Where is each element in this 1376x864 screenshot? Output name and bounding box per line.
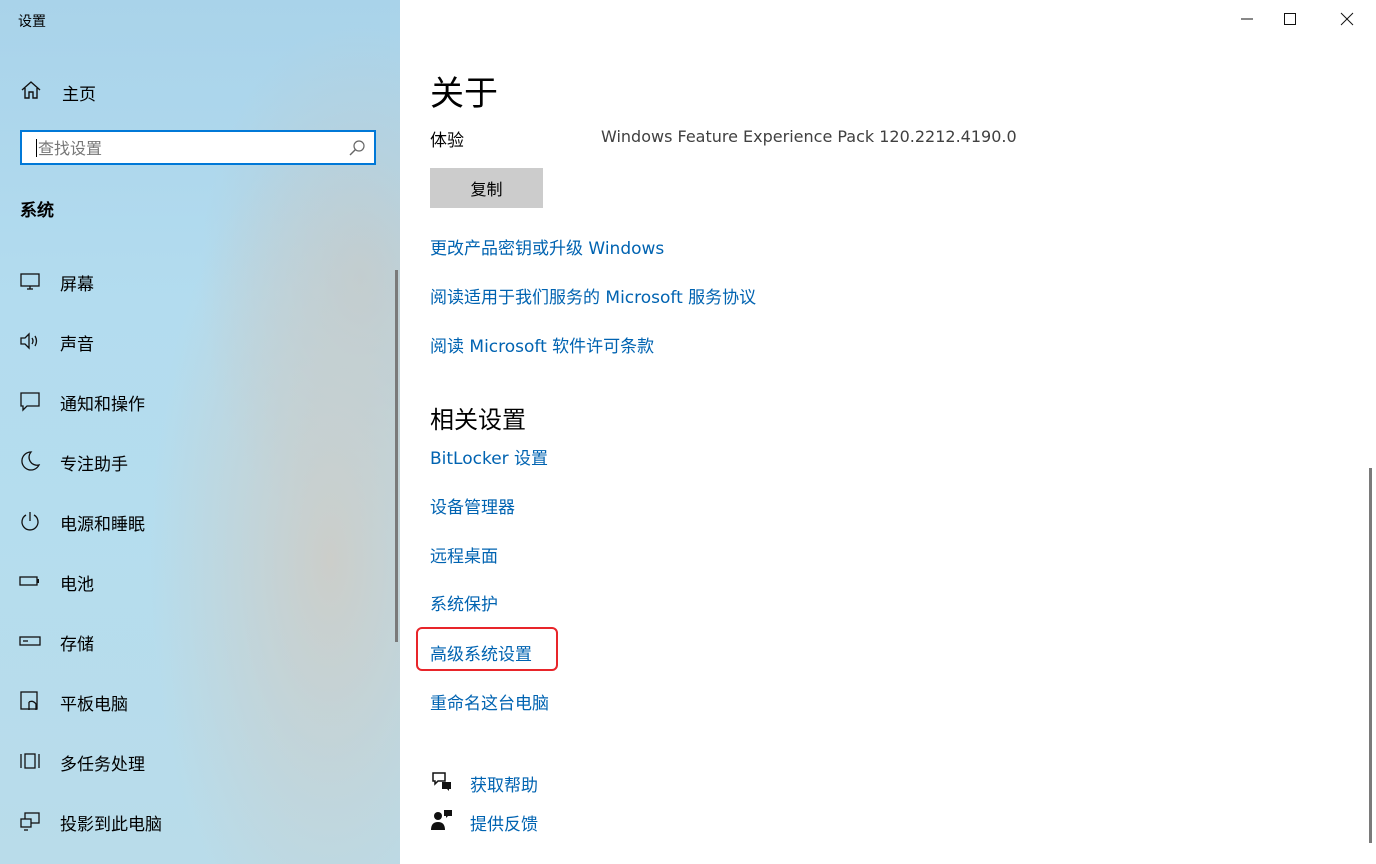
monitor-icon [19,270,41,292]
storage-icon [19,630,41,652]
copy-button[interactable]: 复制 [430,168,543,208]
search-box[interactable] [20,130,376,165]
maximize-button[interactable] [1261,0,1319,40]
license-terms-link[interactable]: 阅读 Microsoft 软件许可条款 [430,332,654,357]
content-scrollbar[interactable] [1369,468,1372,843]
experience-label: 体验 [430,131,464,151]
minimize-icon [1240,11,1254,30]
close-icon [1340,11,1354,30]
sidebar-scrollbar[interactable] [395,270,398,642]
get-help-label: 获取帮助 [470,776,538,796]
power-icon [19,510,41,532]
sidebar-item-label: 专注助手 [60,455,128,475]
feedback-icon [430,808,454,836]
sidebar-item-notifications[interactable]: 通知和操作 [0,370,392,430]
search-icon[interactable] [348,139,366,161]
sidebar-item-label: 屏幕 [60,275,94,295]
system-protection-link[interactable]: 系统保护 [430,590,498,615]
change-product-key-link[interactable]: 更改产品密钥或升级 Windows [430,234,664,259]
related-settings-title: 相关设置 [430,406,526,434]
project-icon [19,810,41,832]
sidebar-item-label: 存储 [60,635,94,655]
multitask-icon [19,750,41,772]
sidebar-item-multitasking[interactable]: 多任务处理 [0,730,392,790]
section-title: 系统 [20,201,54,221]
search-input[interactable] [36,132,340,165]
highlight-box [416,627,558,671]
page-title: 关于 [430,74,498,114]
home-icon [20,79,42,105]
experience-value: Windows Feature Experience Pack 120.2212… [601,127,1017,146]
sidebar-item-storage[interactable]: 存储 [0,610,392,670]
device-manager-link[interactable]: 设备管理器 [430,493,515,518]
sidebar-item-battery[interactable]: 电池 [0,550,392,610]
sidebar-item-label: 声音 [60,335,94,355]
sidebar-item-focus-assist[interactable]: 专注助手 [0,430,392,490]
main-content: 关于 体验 Windows Feature Experience Pack 12… [400,0,1376,864]
text-caret [36,139,37,157]
help-chat-icon [430,769,454,797]
app-title: 设置 [18,14,46,30]
rename-pc-link[interactable]: 重命名这台电脑 [430,689,549,714]
home-label: 主页 [62,84,96,105]
give-feedback-link[interactable]: 提供反馈 [430,808,538,836]
sidebar-item-label: 投影到此电脑 [60,815,162,835]
settings-window: 设置 主页 系统 屏幕 [0,0,1376,864]
services-agreement-link[interactable]: 阅读适用于我们服务的 Microsoft 服务协议 [430,283,756,308]
maximize-icon [1283,11,1297,30]
sidebar-item-power-sleep[interactable]: 电源和睡眠 [0,490,392,550]
tablet-icon [19,690,41,712]
sidebar-item-label: 电源和睡眠 [60,515,145,535]
sidebar-item-tablet[interactable]: 平板电脑 [0,670,392,730]
give-feedback-label: 提供反馈 [470,815,538,835]
sidebar-item-project-to-pc[interactable]: 投影到此电脑 [0,790,392,850]
sidebar-item-sound[interactable]: 声音 [0,310,392,370]
sidebar: 设置 主页 系统 屏幕 [0,0,400,864]
sidebar-item-label: 通知和操作 [60,395,145,415]
nav-list: 屏幕 声音 通知和操作 专注助手 电源和睡眠 电池 存储 平板电脑 多任务处理 … [0,250,392,850]
notification-icon [19,390,41,412]
sidebar-item-label: 多任务处理 [60,755,145,775]
moon-icon [19,450,41,472]
sidebar-item-label: 平板电脑 [60,695,128,715]
battery-icon [19,570,41,592]
sidebar-item-display[interactable]: 屏幕 [0,250,392,310]
get-help-link[interactable]: 获取帮助 [430,769,538,797]
speaker-icon [19,330,41,352]
remote-desktop-link[interactable]: 远程桌面 [430,542,498,567]
home-nav-item[interactable]: 主页 [20,78,96,106]
close-button[interactable] [1318,0,1376,40]
bitlocker-settings-link[interactable]: BitLocker 设置 [430,444,548,469]
sidebar-item-label: 电池 [60,575,94,595]
